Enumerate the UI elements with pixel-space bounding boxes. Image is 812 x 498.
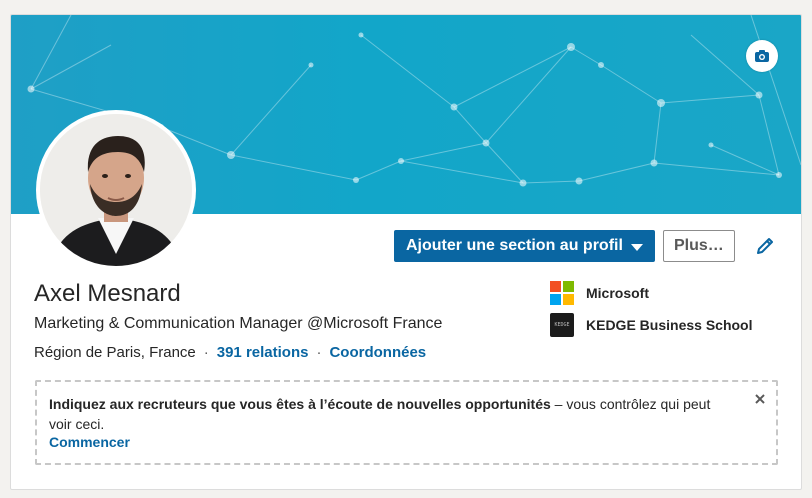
more-button[interactable]: Plus… (662, 230, 735, 262)
add-profile-section-button[interactable]: Ajouter une section au profil (394, 230, 655, 262)
company-item-kedge[interactable]: KEDGE KEDGE Business School (550, 313, 752, 337)
profile-meta: Région de Paris, France · 391 relations … (34, 344, 426, 361)
pencil-icon (757, 238, 773, 254)
profile-avatar[interactable] (36, 110, 196, 270)
edit-banner-button[interactable] (746, 40, 778, 72)
profile-location: Région de Paris, France (34, 344, 196, 361)
microsoft-logo-icon (550, 281, 574, 305)
kedge-logo-icon: KEDGE (550, 313, 574, 337)
start-link[interactable]: Commencer (49, 434, 130, 450)
separator-dot: · (203, 344, 209, 361)
opportunities-bold-text: Indiquez aux recruteurs que vous êtes à … (49, 396, 551, 412)
profile-experience-summary: Microsoft KEDGE KEDGE Business School (550, 281, 752, 345)
dismiss-button[interactable] (753, 392, 767, 406)
company-item-microsoft[interactable]: Microsoft (550, 281, 752, 305)
profile-photo (40, 114, 192, 266)
opportunities-text: Indiquez aux recruteurs que vous êtes à … (49, 394, 736, 434)
kedge-logo-text: KEDGE (554, 322, 570, 328)
separator-dot: · (316, 344, 322, 361)
close-icon (755, 394, 765, 404)
more-label: Plus… (674, 237, 724, 254)
camera-icon (755, 50, 769, 62)
caret-down-icon (630, 243, 643, 251)
profile-name: Axel Mesnard (34, 280, 181, 307)
relations-link[interactable]: 391 relations (217, 344, 309, 361)
edit-profile-button[interactable] (752, 233, 778, 259)
contact-info-link[interactable]: Coordonnées (329, 344, 426, 361)
add-profile-section-label: Ajouter une section au profil (406, 237, 623, 254)
profile-card: Ajouter une section au profil Plus… Axel… (10, 14, 802, 490)
company-label: KEDGE Business School (586, 317, 753, 333)
company-label: Microsoft (586, 285, 649, 301)
profile-actions: Ajouter une section au profil Plus… (394, 230, 735, 262)
open-to-opportunities-box: Indiquez aux recruteurs que vous êtes à … (35, 380, 778, 465)
profile-headline: Marketing & Communication Manager @Micro… (34, 315, 443, 332)
